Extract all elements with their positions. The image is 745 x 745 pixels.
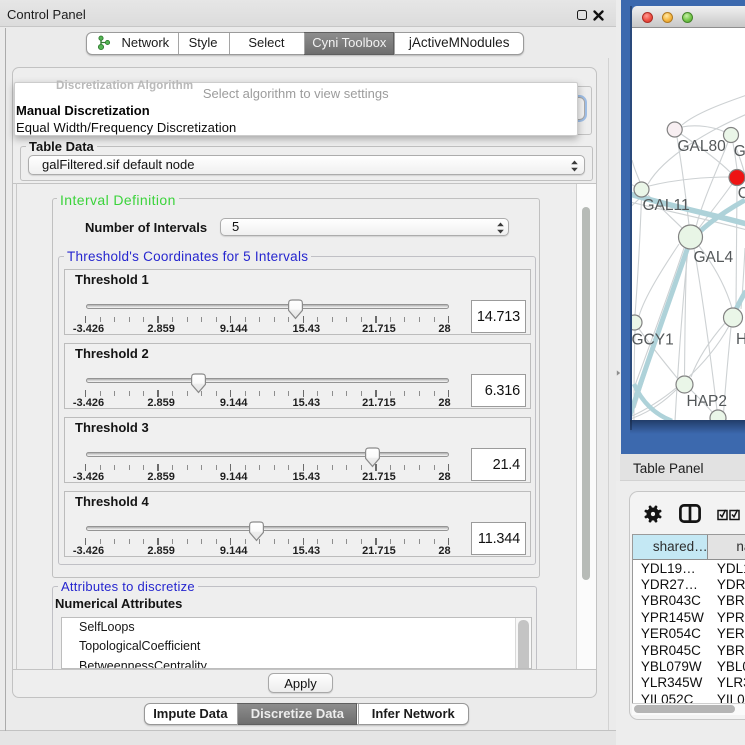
svg-text:GCY1: GCY1: [632, 331, 674, 348]
svg-text:HIS4: HIS4: [736, 331, 745, 348]
svg-text:GAL1: GAL1: [733, 143, 744, 160]
svg-text:GAL80: GAL80: [677, 138, 726, 155]
svg-text:CDC1: CDC1: [737, 185, 744, 202]
svg-text:GAL11: GAL11: [642, 197, 689, 214]
svg-text:GAL4: GAL4: [693, 249, 733, 266]
svg-text:HAP2: HAP2: [686, 393, 727, 410]
